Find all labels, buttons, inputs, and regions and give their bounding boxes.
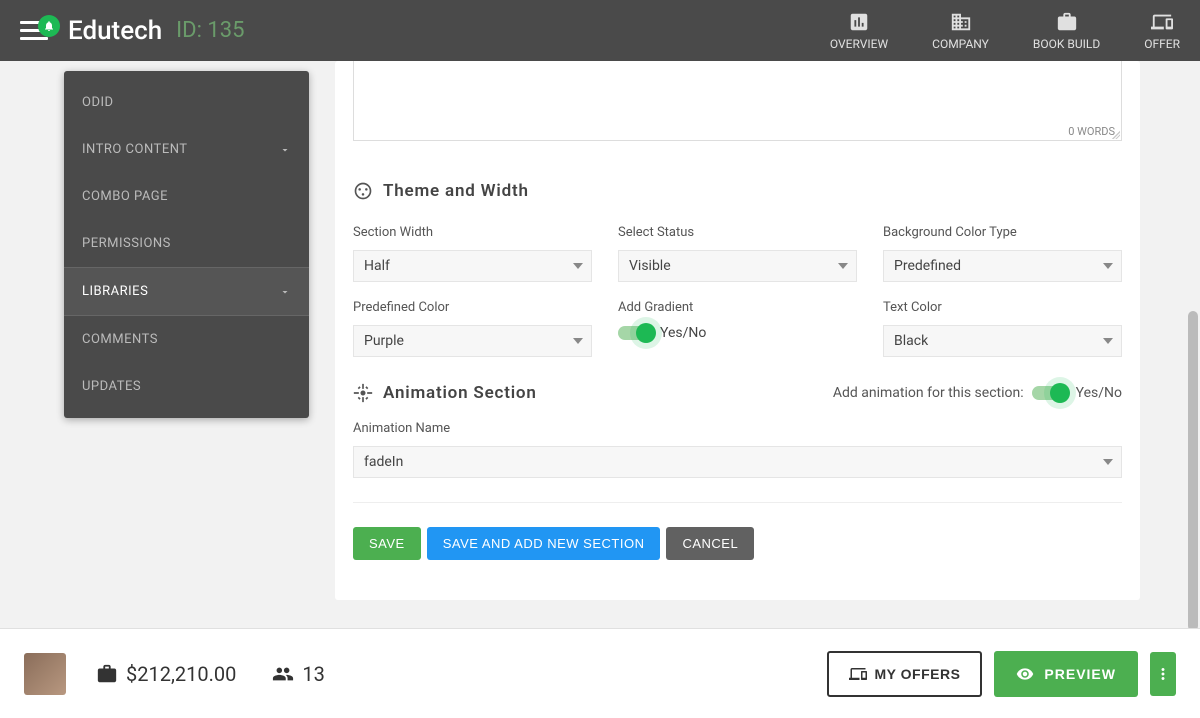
select-status[interactable]: Visible xyxy=(618,250,857,282)
nav-label: COMPANY xyxy=(932,37,989,51)
briefcase-icon xyxy=(1056,11,1078,33)
chart-icon xyxy=(848,11,870,33)
divider xyxy=(353,502,1122,503)
nav-offer[interactable]: OFFER xyxy=(1144,11,1180,51)
total-amount: $212,210.00 xyxy=(96,662,236,686)
chevron-down-icon xyxy=(279,286,291,298)
caret-icon xyxy=(573,263,583,269)
section-title: Theme and Width xyxy=(383,181,529,201)
theme-form: Section Width Half Select Status Visible… xyxy=(353,225,1122,357)
toggle-gradient[interactable] xyxy=(618,326,654,340)
footer-bar: $212,210.00 13 MY OFFERS PREVIEW xyxy=(0,628,1200,718)
sidebar-item-libraries[interactable]: LIBRARIES xyxy=(64,267,309,316)
select-bg-color-type[interactable]: Predefined xyxy=(883,250,1122,282)
briefcase-icon xyxy=(96,663,118,685)
sidebar-item-odid[interactable]: ODID xyxy=(64,79,309,126)
flare-icon xyxy=(353,383,373,403)
nav-company[interactable]: COMPANY xyxy=(932,11,989,51)
caret-icon xyxy=(1103,338,1113,344)
app-header: Edutech ID: 135 OVERVIEW COMPANY BOOK BU… xyxy=(0,0,1200,61)
section-title: Animation Section xyxy=(383,383,537,403)
select-predefined-color[interactable]: Purple xyxy=(353,325,592,357)
main-panel: 0 WORDS Theme and Width Section Width Ha… xyxy=(335,61,1140,600)
notification-badge xyxy=(38,15,60,37)
nav-book-build[interactable]: BOOK BUILD xyxy=(1033,11,1100,51)
save-add-new-button[interactable]: SAVE AND ADD NEW SECTION xyxy=(427,527,661,560)
field-bg-color-type: Background Color Type Predefined xyxy=(883,225,1122,282)
toggle-value: Yes/No xyxy=(1076,385,1122,401)
field-animation-name: Animation Name fadeIn xyxy=(353,421,1122,478)
theme-section-header: Theme and Width xyxy=(353,181,1122,201)
sidebar-item-combo[interactable]: COMBO PAGE xyxy=(64,173,309,220)
brand-name: Edutech xyxy=(68,16,162,46)
sidebar-item-permissions[interactable]: PERMISSIONS xyxy=(64,220,309,267)
devices-icon xyxy=(1151,11,1173,33)
field-add-gradient: Add Gradient Yes/No xyxy=(618,300,857,357)
toggle-animation[interactable] xyxy=(1032,386,1068,400)
eye-icon xyxy=(1016,665,1034,683)
field-section-width: Section Width Half xyxy=(353,225,592,282)
caret-icon xyxy=(573,338,583,344)
preview-button[interactable]: PREVIEW xyxy=(994,651,1138,697)
resize-handle[interactable] xyxy=(1109,128,1121,140)
word-count: 0 WORDS xyxy=(1068,125,1115,138)
sidebar-item-updates[interactable]: UPDATES xyxy=(64,363,309,410)
toggle-label: Yes/No xyxy=(660,325,706,341)
sidebar: ODID INTRO CONTENT COMBO PAGE PERMISSION… xyxy=(64,71,309,418)
people-count: 13 xyxy=(272,662,324,686)
form-actions: SAVE SAVE AND ADD NEW SECTION CANCEL xyxy=(353,527,1122,560)
cancel-button[interactable]: CANCEL xyxy=(666,527,754,560)
animation-section-header: Animation Section Add animation for this… xyxy=(353,383,1122,403)
field-text-color: Text Color Black xyxy=(883,300,1122,357)
select-text-color[interactable]: Black xyxy=(883,325,1122,357)
more-vert-icon xyxy=(1154,665,1172,683)
select-section-width[interactable]: Half xyxy=(353,250,592,282)
scrollbar-thumb[interactable] xyxy=(1188,311,1198,631)
nav-label: OVERVIEW xyxy=(830,37,888,51)
caret-icon xyxy=(1103,459,1113,465)
building-icon xyxy=(950,11,972,33)
devices-icon xyxy=(849,665,867,683)
nav-label: BOOK BUILD xyxy=(1033,37,1100,51)
select-animation-name[interactable]: fadeIn xyxy=(353,446,1122,478)
field-select-status: Select Status Visible xyxy=(618,225,857,282)
animation-toggle-label: Add animation for this section: xyxy=(833,385,1024,401)
chevron-down-icon xyxy=(279,144,291,156)
save-button[interactable]: SAVE xyxy=(353,527,421,560)
header-nav: OVERVIEW COMPANY BOOK BUILD OFFER xyxy=(830,11,1180,51)
caret-icon xyxy=(1103,263,1113,269)
id-label: ID: 135 xyxy=(176,18,244,43)
theme-icon xyxy=(353,181,373,201)
menu-button[interactable] xyxy=(20,21,48,41)
sidebar-item-intro[interactable]: INTRO CONTENT xyxy=(64,126,309,173)
scrollbar-track xyxy=(1188,61,1198,628)
content-textarea[interactable]: 0 WORDS xyxy=(353,61,1122,141)
bell-icon xyxy=(43,20,55,32)
nav-label: OFFER xyxy=(1144,37,1180,51)
my-offers-button[interactable]: MY OFFERS xyxy=(827,651,983,697)
field-predefined-color: Predefined Color Purple xyxy=(353,300,592,357)
user-avatar[interactable] xyxy=(24,653,66,695)
sidebar-item-comments[interactable]: COMMENTS xyxy=(64,316,309,363)
nav-overview[interactable]: OVERVIEW xyxy=(830,11,888,51)
caret-icon xyxy=(838,263,848,269)
more-menu-button[interactable] xyxy=(1150,652,1176,696)
people-icon xyxy=(272,663,294,685)
